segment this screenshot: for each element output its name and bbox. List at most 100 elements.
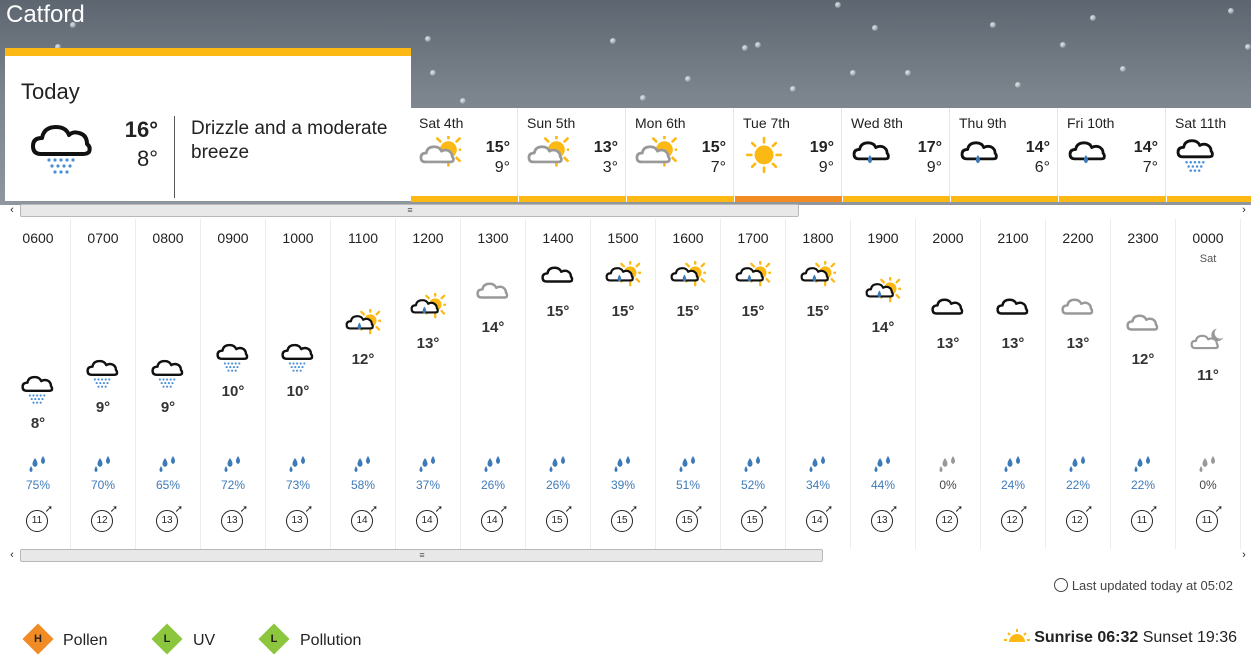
hour-time: 1300	[477, 230, 509, 246]
wind-speed-badge: 15 ➚	[676, 505, 703, 532]
sun-rain-cloud-icon	[865, 274, 904, 318]
rain-cloud-icon	[1067, 136, 1109, 183]
day-name: Mon 6th	[635, 115, 686, 131]
day-tab[interactable]: Wed 8th 17° 9°	[843, 108, 950, 202]
rain-chance: 72%	[220, 478, 246, 492]
raindrop	[742, 45, 748, 51]
wind-direction-icon: ➚	[564, 504, 573, 515]
raindrop	[425, 36, 431, 42]
rain-chance: 37%	[415, 478, 441, 492]
raindrop	[1015, 82, 1021, 88]
today-low-temp: 8°	[136, 146, 158, 171]
day-tab[interactable]: Sun 5th 13° 3°	[519, 108, 626, 202]
grey-cloud-icon	[475, 277, 511, 318]
wind-speed-badge: 14 ➚	[481, 505, 508, 532]
day-low-temp: 9°	[926, 159, 942, 176]
day-low-temp: 6°	[1034, 159, 1050, 176]
wind-direction-icon: ➚	[889, 504, 898, 515]
drizzle-cloud-icon	[280, 341, 316, 382]
hour-column[interactable]: 0700 9° 70% 12 ➚	[71, 219, 136, 549]
raindrops-icon	[547, 456, 569, 479]
hour-time: 2000	[932, 230, 964, 246]
rain-chance: 44%	[870, 478, 896, 492]
hour-column[interactable]: 1200 13° 37% 14 ➚	[396, 219, 461, 549]
wind-speed: 11	[1201, 515, 1213, 526]
wind-direction-icon: ➚	[954, 504, 963, 515]
hourly-scrollbar[interactable]: ‹ ≡ ›	[0, 547, 1251, 563]
today-panel[interactable]: Today 16° 8° Drizzle and a moderate bree…	[5, 48, 411, 201]
hour-day-label: Sat	[1199, 253, 1217, 265]
sun-rain-cloud-icon	[410, 290, 449, 334]
wind-speed-badge: 12 ➚	[1066, 505, 1093, 532]
scroll-right-icon[interactable]: ›	[1238, 547, 1250, 563]
hour-temp: 15°	[611, 303, 635, 320]
hour-column[interactable]: 0600 8° 75% 11 ➚	[6, 219, 71, 549]
raindrops-icon	[27, 456, 49, 479]
sun-rain-cloud-icon	[735, 258, 774, 302]
hour-temp: 14°	[871, 319, 895, 336]
hour-column[interactable]: 2200 13° 22% 12 ➚	[1046, 219, 1111, 549]
wind-direction-icon: ➚	[434, 504, 443, 515]
scroll-left-icon[interactable]: ‹	[6, 202, 18, 218]
today-high-temp: 16°	[124, 117, 158, 142]
raindrop	[755, 42, 761, 48]
day-tab[interactable]: Sat 11th 1	[1167, 108, 1251, 202]
day-low-temp: 7°	[710, 159, 726, 176]
wind-direction-icon: ➚	[304, 504, 313, 515]
day-high-temp: 13°	[593, 139, 618, 156]
wind-direction-icon: ➚	[1149, 504, 1158, 515]
wind-speed: 13	[226, 515, 238, 526]
hour-column[interactable]: 0900 10° 72% 13 ➚	[201, 219, 266, 549]
scrollbar-thumb[interactable]: ≡	[20, 204, 799, 217]
hour-temp: 13°	[1066, 335, 1090, 352]
day-tab[interactable]: Sat 4th 15° 9°	[411, 108, 518, 202]
clock-icon	[1053, 578, 1068, 592]
day-tab[interactable]: Thu 9th 14° 6°	[951, 108, 1058, 202]
hour-column[interactable]: 1100 12° 58% 14 ➚	[331, 219, 396, 549]
day-tab[interactable]: Mon 6th 15° 7°	[627, 108, 734, 202]
raindrop	[872, 25, 878, 31]
hour-time: 1900	[867, 230, 899, 246]
raindrops-icon	[482, 456, 504, 479]
hour-column[interactable]: 2000 13° 0% 12 ➚	[916, 219, 981, 549]
hour-column[interactable]: 2100 13° 24% 12 ➚	[981, 219, 1046, 549]
rain-chance: 51%	[675, 478, 701, 492]
scroll-right-icon[interactable]: ›	[1238, 202, 1250, 218]
raindrops-icon	[807, 456, 829, 479]
rain-chance: 73%	[285, 478, 311, 492]
sun-icon	[743, 136, 785, 183]
hour-column[interactable]: 0800 9° 65% 13 ➚	[136, 219, 201, 549]
wind-speed: 12	[1006, 515, 1018, 526]
wind-speed-badge: 12 ➚	[1001, 505, 1028, 532]
hour-column[interactable]: 1500 15° 39% 15 ➚	[591, 219, 656, 549]
raindrop	[1120, 66, 1126, 72]
hour-column[interactable]: 1700 15° 52% 15 ➚	[721, 219, 786, 549]
hour-column[interactable]: 1300 14° 26% 14 ➚	[461, 219, 526, 549]
sun-rain-cloud-icon	[605, 258, 644, 302]
hour-column[interactable]: 1400 15° 26% 15 ➚	[526, 219, 591, 549]
pollution-level: L	[270, 633, 278, 645]
scrollbar-thumb[interactable]: ≡	[20, 549, 823, 562]
day-tab[interactable]: Fri 10th 14° 7°	[1059, 108, 1166, 202]
wind-direction-icon: ➚	[1214, 504, 1223, 515]
hour-column[interactable]: 0000 Sat 11° 0% 11 ➚	[1176, 219, 1241, 549]
day-tab[interactable]: Tue 7th 19° 9°	[735, 108, 842, 202]
hour-column[interactable]: 1800 15° 34% 14 ➚	[786, 219, 851, 549]
raindrop	[1090, 15, 1096, 21]
hour-time: 2300	[1127, 230, 1159, 246]
wind-speed: 14	[811, 515, 823, 526]
scroll-left-icon[interactable]: ‹	[6, 547, 18, 563]
wind-speed: 15	[681, 515, 693, 526]
raindrop	[1228, 8, 1234, 14]
wind-direction-icon: ➚	[239, 504, 248, 515]
hour-column[interactable]: 2300 12° 22% 11 ➚	[1111, 219, 1176, 549]
today-description: Drizzle and a moderate breeze	[191, 118, 388, 163]
wind-speed-badge: 12 ➚	[936, 505, 963, 532]
hour-column[interactable]: 1600 15° 51% 15 ➚	[656, 219, 721, 549]
hour-column[interactable]: 1900 14° 44% 13 ➚	[851, 219, 916, 549]
hour-column[interactable]: 1000 10° 73% 13 ➚	[266, 219, 331, 549]
wind-speed-badge: 12 ➚	[91, 505, 118, 532]
hour-temp: 15°	[741, 303, 765, 320]
daily-scrollbar[interactable]: ‹ ≡ ›	[0, 202, 1251, 218]
daily-forecast-strip: Sat 4th 15° 9° Sun 5th 13° 3° Mon 6th 15…	[411, 108, 1251, 202]
